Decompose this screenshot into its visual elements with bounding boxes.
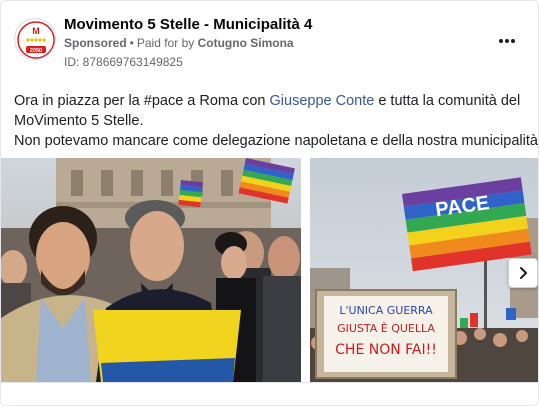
selfie-photo	[1, 158, 301, 382]
sign-line-1: L'UNICA GUERRA	[339, 304, 433, 317]
mention-link[interactable]: Giuseppe Conte	[270, 93, 375, 109]
svg-text:2050: 2050	[30, 48, 42, 54]
more-options-button[interactable]	[495, 31, 519, 51]
sign-line-3: CHE NON FAI!!	[335, 342, 437, 358]
carousel-image-2[interactable]: PACE L'UNICA GUERRA GIUSTA È QUELLA CHE …	[310, 158, 538, 382]
card-footer	[1, 382, 538, 405]
post-line-3: Non potevamo mancare come delegazione na…	[14, 133, 539, 149]
protest-photo: PACE L'UNICA GUERRA GIUSTA È QUELLA CHE …	[310, 158, 538, 382]
carousel-image-1[interactable]	[1, 158, 301, 382]
post-text: Ora in piazza per la #pace a Roma con Gi…	[14, 91, 539, 151]
sponsored-meta: Sponsored • Paid for by Cotugno Simona	[64, 36, 294, 50]
ad-id: ID: 878669763149825	[64, 55, 183, 69]
page-name-link[interactable]: Movimento 5 Stelle - Municipalità 4	[64, 16, 312, 33]
chevron-right-icon	[520, 267, 527, 279]
sponsored-label[interactable]: Sponsored	[64, 36, 127, 50]
carousel-next-button[interactable]	[508, 258, 538, 288]
post-line-2: MoVimento 5 Stelle.	[14, 113, 144, 129]
page-avatar[interactable]: M 2050	[14, 18, 56, 60]
m5s-logo-icon: M 2050	[16, 20, 55, 59]
meta-separator: •	[129, 36, 134, 50]
post-line-1: Ora in piazza per la #pace a Roma con Gi…	[14, 93, 521, 109]
more-horizontal-icon	[498, 39, 503, 43]
sponsored-post-card: M 2050 Movimento 5 Stelle - Municipalità…	[0, 0, 539, 406]
sign-line-2: GIUSTA È QUELLA	[337, 322, 435, 335]
payer-name[interactable]: Cotugno Simona	[198, 36, 294, 50]
paid-for-prefix: Paid for by	[136, 36, 195, 50]
svg-text:M: M	[32, 26, 40, 36]
